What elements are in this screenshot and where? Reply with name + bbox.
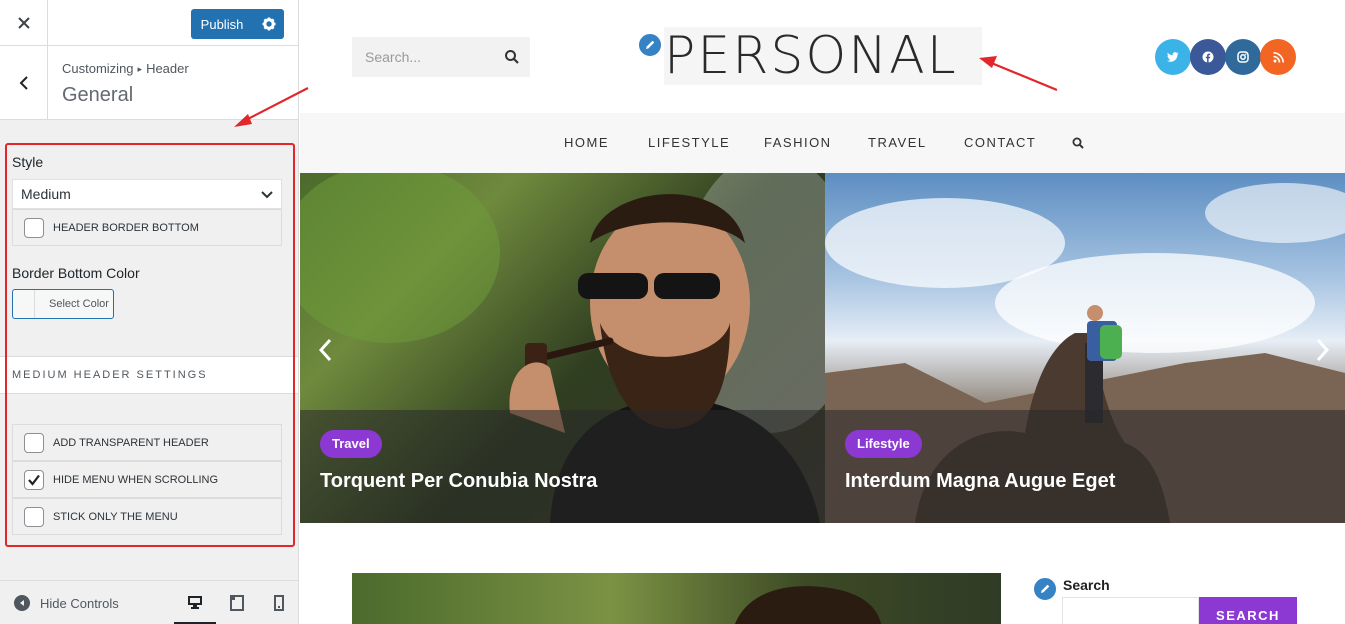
customizer-panel: Publish Customizing ▸ Header General Style… [0,0,299,624]
panel-footer: Hide Controls [0,580,298,624]
publish-button[interactable]: Publish [191,9,284,39]
breadcrumb-section: Header [146,61,189,76]
rss-icon [1272,51,1284,63]
edit-widget-shortcut[interactable] [1032,576,1058,602]
section-title: General [62,84,134,106]
slider-prev-icon[interactable] [318,338,332,362]
instagram-icon [1237,51,1249,63]
nav-fashion[interactable]: FASHION [764,135,832,150]
mobile-icon [274,595,284,611]
search-icon[interactable] [504,49,520,65]
slide-caption: Travel Torquent Per Conubia Nostra [300,410,825,523]
slide-category-tag[interactable]: Lifestyle [845,430,922,458]
nav-home[interactable]: HOME [564,135,609,150]
main-navigation: HOME LIFESTYLE FASHION TRAVEL CONTACT [300,113,1345,173]
post-photo [734,586,881,624]
nav-search-icon[interactable] [1072,137,1084,149]
site-logo[interactable]: PERSONAL [664,27,982,85]
pencil-icon [646,40,655,49]
twitter-icon [1167,52,1179,62]
instagram-button[interactable] [1225,39,1261,75]
publish-settings-button[interactable] [253,9,284,39]
search-widget-input[interactable] [1062,597,1199,624]
hide-controls-label: Hide Controls [40,595,119,611]
header-search[interactable]: Search... [352,37,530,77]
slide-title[interactable]: Torquent Per Conubia Nostra [320,470,597,493]
tablet-icon [230,595,244,611]
slider-next-icon[interactable] [1316,338,1330,362]
slide-caption: Lifestyle Interdum Magna Augue Eget [825,410,1345,523]
hide-controls-button[interactable]: Hide Controls [14,595,119,611]
post-featured-image[interactable] [352,573,1001,624]
breadcrumb: Customizing ▸ Header [62,61,189,76]
breadcrumb-separator: ▸ [137,64,143,74]
device-desktop-button[interactable] [174,581,216,624]
search-widget-button[interactable]: SEARCH [1199,597,1297,624]
close-icon [17,17,30,29]
panel-header: Publish [0,0,298,46]
twitter-button[interactable] [1155,39,1191,75]
slide-title[interactable]: Interdum Magna Augue Eget [845,470,1115,493]
slide-travel[interactable]: Travel Torquent Per Conubia Nostra [300,173,825,523]
logo-text: PERSONAL [664,26,958,86]
desktop-icon [188,595,202,609]
highlight-box [5,143,295,547]
nav-contact[interactable]: CONTACT [964,135,1036,150]
social-links [1155,39,1296,75]
pencil-icon [1041,584,1050,593]
back-button[interactable] [0,46,48,119]
breadcrumb-root: Customizing [62,61,134,76]
nav-lifestyle[interactable]: LIFESTYLE [648,135,730,150]
facebook-button[interactable] [1190,39,1226,75]
slide-lifestyle[interactable]: Lifestyle Interdum Magna Augue Eget [825,173,1345,523]
site-preview: Search... PERSONAL HOME LIFESTYLE FASHIO… [300,0,1345,624]
facebook-icon [1202,51,1214,63]
edit-logo-shortcut[interactable] [637,32,663,58]
customizer-screen: Publish Customizing ▸ Header General Style… [0,0,1345,624]
close-customizer-button[interactable] [0,0,48,46]
chevron-left-icon [19,75,28,90]
gear-icon [262,17,275,31]
nav-travel[interactable]: TRAVEL [868,135,927,150]
section-title-bar: Customizing ▸ Header General [0,46,298,120]
rss-button[interactable] [1260,39,1296,75]
device-tablet-button[interactable] [216,581,258,624]
slide-category-tag[interactable]: Travel [320,430,382,458]
search-widget-title: Search [1063,577,1110,593]
publish-label: Publish [200,16,244,32]
device-mobile-button[interactable] [258,581,300,624]
header-search-placeholder: Search... [365,49,422,65]
collapse-icon [14,595,30,611]
